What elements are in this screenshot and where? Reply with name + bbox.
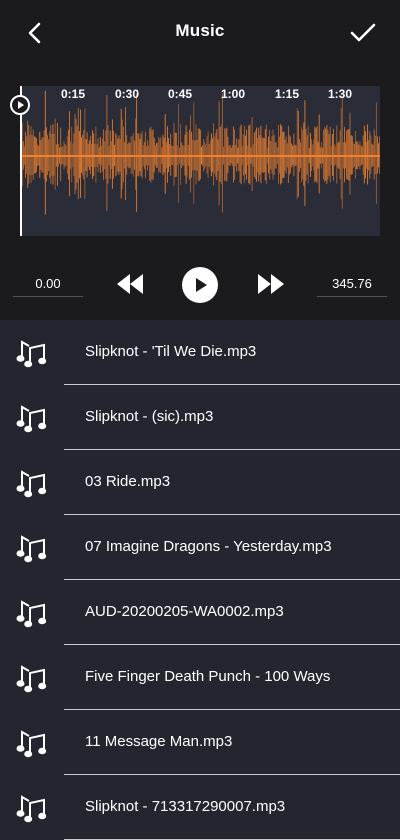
page-title: Music xyxy=(175,21,225,40)
list-item[interactable]: AUD-20200205-WA0002.mp3 xyxy=(0,580,400,645)
audio-waveform[interactable] xyxy=(20,86,380,236)
checkmark-icon[interactable] xyxy=(348,20,378,46)
timeline-ticks: 0:15 0:30 0:45 1:00 1:15 1:30 xyxy=(0,0,400,101)
song-title: 11 Message Man.mp3 xyxy=(85,733,233,750)
editor-panel: Music 0:15 0:30 0:45 1:00 1:15 1:30 0.00 345.… xyxy=(0,0,400,320)
song-title: Slipknot - (sic).mp3 xyxy=(85,408,214,425)
list-item[interactable]: Five Finger Death Punch - 100 Ways xyxy=(0,645,400,710)
music-note-icon xyxy=(16,466,48,498)
music-note-icon xyxy=(16,791,48,823)
end-time[interactable]: 345.76 xyxy=(317,276,387,297)
timeline-tick-label: 1:00 xyxy=(220,87,246,101)
timeline-tick-label: 0:30 xyxy=(114,87,140,101)
music-note-icon xyxy=(16,401,48,433)
rewind-icon[interactable] xyxy=(117,274,143,294)
song-title: 07 Imagine Dragons - Yesterday.mp3 xyxy=(85,538,332,555)
song-list: Slipknot - 'Til We Die.mp3 Slipknot - (si… xyxy=(0,320,400,840)
music-note-icon xyxy=(16,661,48,693)
music-note-icon xyxy=(16,726,48,758)
list-item[interactable]: Slipknot - 713317290007.mp3 xyxy=(0,775,400,840)
music-note-icon xyxy=(16,531,48,563)
list-item[interactable]: Slipknot - (sic).mp3 xyxy=(0,385,400,450)
timeline-tick-label: 0:45 xyxy=(167,87,193,101)
list-item[interactable]: 07 Imagine Dragons - Yesterday.mp3 xyxy=(0,515,400,580)
song-title: Slipknot - 713317290007.mp3 xyxy=(85,798,286,815)
timeline-tick-label: 1:30 xyxy=(327,87,353,101)
song-title: 03 Ride.mp3 xyxy=(85,473,171,490)
song-title: AUD-20200205-WA0002.mp3 xyxy=(85,603,284,620)
list-item[interactable]: Slipknot - 'Til We Die.mp3 xyxy=(0,320,400,385)
start-time[interactable]: 0.00 xyxy=(13,276,83,297)
song-title: Slipknot - 'Til We Die.mp3 xyxy=(85,343,257,360)
playhead-handle[interactable] xyxy=(10,95,30,115)
music-note-icon xyxy=(16,596,48,628)
list-item[interactable]: 03 Ride.mp3 xyxy=(0,450,400,515)
timeline-tick-label: 1:15 xyxy=(274,87,300,101)
list-item[interactable]: 11 Message Man.mp3 xyxy=(0,710,400,775)
timeline-tick-label: 0:15 xyxy=(60,87,86,101)
song-title: Five Finger Death Punch - 100 Ways xyxy=(85,668,331,685)
fast-forward-icon[interactable] xyxy=(258,274,284,294)
play-button[interactable] xyxy=(182,267,218,303)
music-note-icon xyxy=(16,336,48,368)
